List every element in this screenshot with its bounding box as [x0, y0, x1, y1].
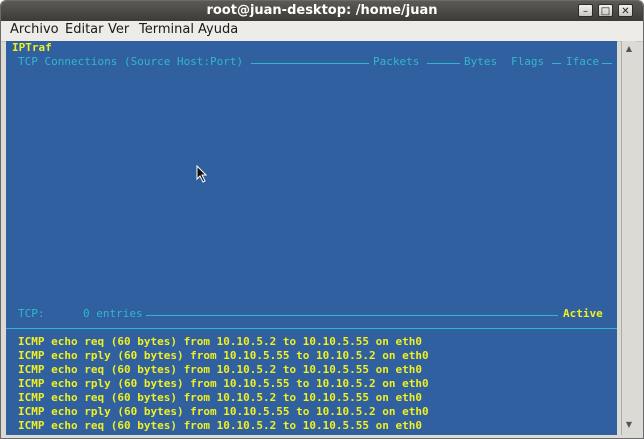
log-line: ICMP echo rply (60 bytes) from 10.10.5.5… [18, 377, 429, 390]
log-line: ICMP echo req (60 bytes) from 10.10.5.2 … [18, 419, 422, 432]
log-line: ICMP echo req (60 bytes) from 10.10.5.2 … [18, 391, 422, 404]
bytes-header: Bytes [464, 55, 498, 68]
menu-archivo[interactable]: Archivo [10, 22, 59, 37]
menu-bar: Archivo Editar Ver Terminal Ayuda [1, 21, 643, 42]
terminal-screen[interactable]: IPTraf TCP Connections (Source Host:Port… [6, 41, 617, 435]
log-line: ICMP echo rply (60 bytes) from 10.10.5.5… [18, 405, 429, 418]
log-line: ICMP echo req (60 bytes) from 10.10.5.2 … [18, 335, 422, 348]
scroll-down-arrow-icon[interactable]: ▼ [623, 419, 635, 431]
scroll-up-arrow-icon[interactable]: ▲ [623, 43, 635, 55]
tcp-connections-header: TCP Connections (Source Host:Port) [18, 55, 244, 68]
vertical-scrollbar[interactable]: ▲ ▼ [621, 41, 636, 435]
header-divider [427, 63, 460, 64]
tcp-entries-count: 0 entries [83, 307, 143, 320]
packets-header: Packets [373, 55, 420, 68]
tcp-label: TCP: [18, 307, 45, 320]
iptraf-title: IPTraf [12, 41, 52, 54]
mouse-pointer-icon [196, 165, 208, 183]
maximize-button[interactable]: □ [598, 4, 613, 17]
log-line: ICMP echo rply (60 bytes) from 10.10.5.5… [18, 349, 429, 362]
iface-header: Iface [566, 55, 600, 68]
terminal-window: root@juan-desktop: /home/juan – □ ✕ Arch… [0, 0, 644, 439]
title-bar[interactable]: root@juan-desktop: /home/juan – □ ✕ [1, 1, 643, 21]
window-title: root@juan-desktop: /home/juan [206, 3, 438, 18]
log-line: ICMP echo req (60 bytes) from 10.10.5.2 … [18, 363, 422, 376]
header-divider [552, 63, 561, 64]
menu-editar[interactable]: Editar [65, 22, 104, 37]
close-button[interactable]: ✕ [618, 4, 633, 17]
menu-ver[interactable]: Ver [108, 22, 129, 37]
minimize-button[interactable]: – [578, 4, 593, 17]
flags-header: Flags [511, 55, 545, 68]
header-divider [251, 63, 369, 64]
log-separator [6, 328, 617, 329]
menu-terminal[interactable]: Terminal [139, 22, 194, 37]
status-divider [146, 315, 558, 316]
menu-ayuda[interactable]: Ayuda [198, 22, 238, 37]
header-divider [602, 63, 612, 64]
tcp-state-badge: Active [563, 307, 603, 320]
